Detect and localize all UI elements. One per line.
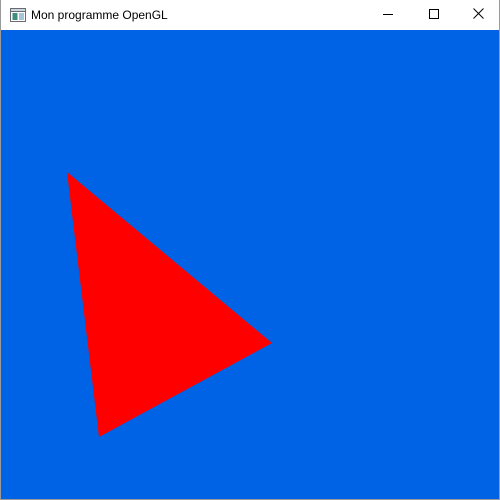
title-bar[interactable]: Mon programme OpenGL xyxy=(1,0,499,30)
window-title: Mon programme OpenGL xyxy=(31,8,168,22)
application-window-icon xyxy=(10,7,26,23)
clear-color-background xyxy=(1,30,499,499)
maximize-button[interactable] xyxy=(411,0,457,30)
close-button[interactable] xyxy=(455,0,499,30)
close-icon xyxy=(472,6,484,24)
minimize-button[interactable] xyxy=(365,0,411,30)
minimize-icon xyxy=(383,6,393,24)
maximize-icon xyxy=(429,6,439,24)
opengl-canvas[interactable] xyxy=(1,30,499,499)
application-window: Mon programme OpenGL xyxy=(0,0,500,500)
